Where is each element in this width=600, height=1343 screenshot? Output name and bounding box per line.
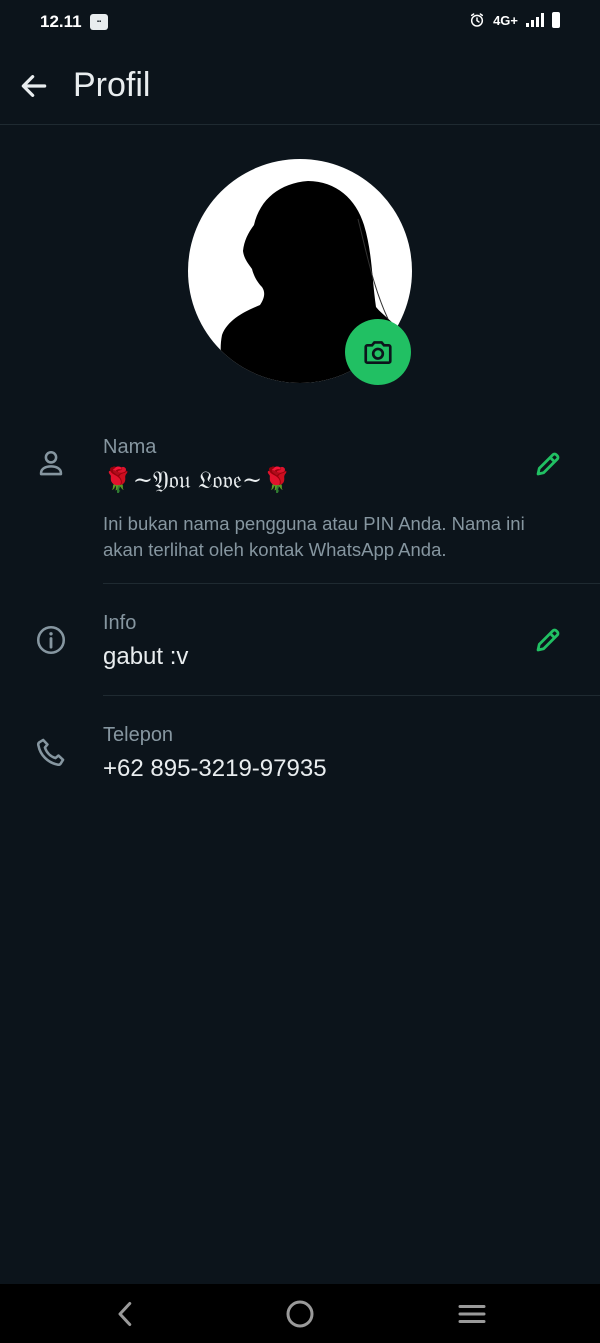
status-icons: 4G+ <box>469 12 560 28</box>
phone-icon <box>37 738 65 766</box>
divider <box>103 583 600 584</box>
name-help-text: Ini bukan nama pengguna atau PIN Anda. N… <box>103 513 525 560</box>
navigation-bar <box>0 1284 600 1343</box>
change-photo-button[interactable] <box>345 319 411 385</box>
profile-photo-container <box>188 159 412 385</box>
arrow-left-icon[interactable] <box>18 70 50 102</box>
person-icon <box>39 450 63 476</box>
pencil-icon[interactable] <box>533 449 563 479</box>
battery-icon <box>552 12 560 28</box>
camera-icon <box>364 341 392 364</box>
info-value: gabut :v <box>103 643 189 670</box>
status-bar: 12.11 ▪▪ 4G+ <box>0 0 600 44</box>
nav-menu-icon[interactable] <box>454 1296 490 1332</box>
nav-back-icon[interactable] <box>108 1296 144 1332</box>
info-icon <box>36 625 66 655</box>
alarm-icon <box>470 13 484 27</box>
divider <box>103 695 600 696</box>
phone-label: Telepon <box>103 724 174 746</box>
notification-icon: ▪▪ <box>90 14 108 30</box>
name-label: Nama <box>103 436 157 458</box>
app-bar: Profil <box>0 44 600 125</box>
status-time: 12.11 <box>40 12 82 31</box>
network-type: 4G+ <box>493 12 518 28</box>
phone-value: +62 895-3219-97935 <box>103 755 327 782</box>
name-value: 🌹~𝔜𝔬𝔲 𝔏𝔬𝔳𝔢~🌹 <box>103 466 293 494</box>
signal-icon <box>526 13 544 27</box>
nav-home-icon[interactable] <box>282 1296 318 1332</box>
page-title: Profil <box>73 66 151 104</box>
pencil-icon[interactable] <box>533 625 563 655</box>
info-label: Info <box>103 612 137 634</box>
